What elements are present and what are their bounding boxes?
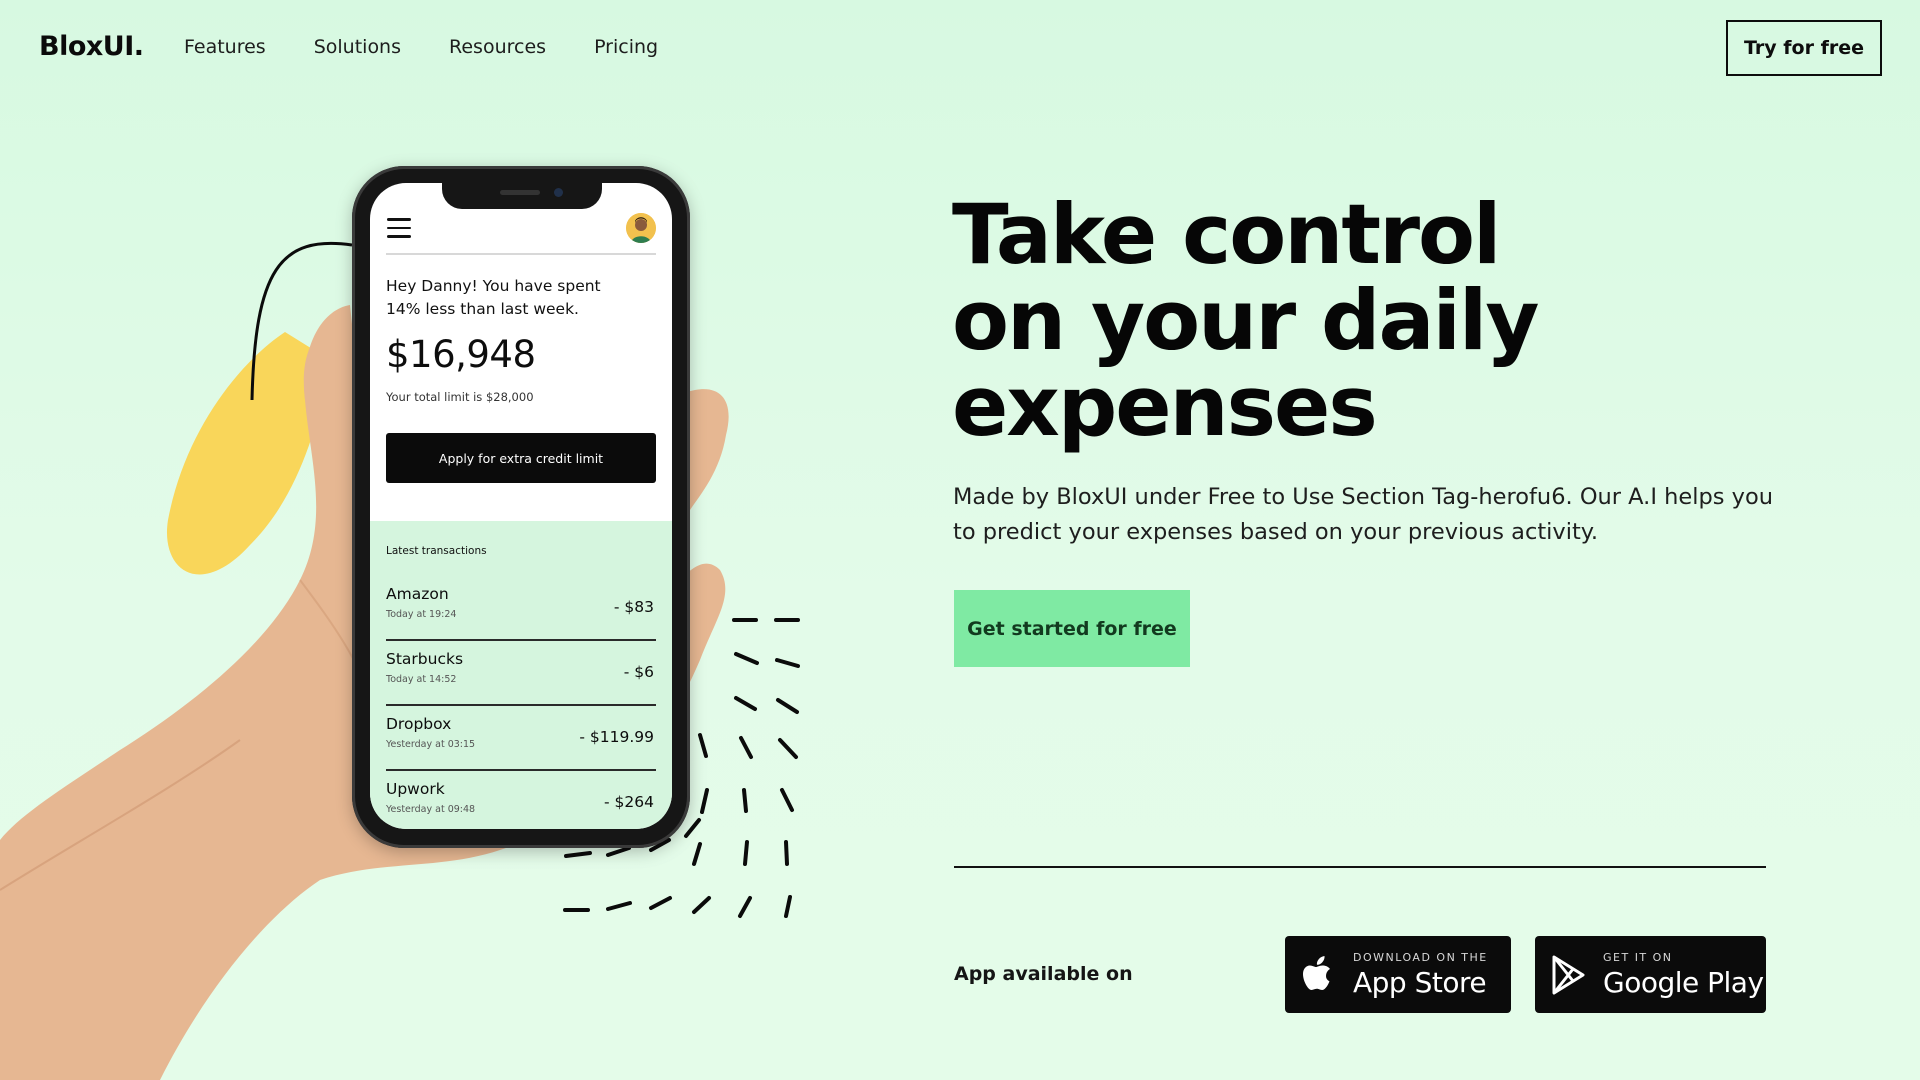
app-store-small-text: DOWNLOAD ON THE	[1353, 950, 1488, 964]
transaction-name: Starbucks	[386, 650, 464, 668]
divider	[386, 769, 656, 771]
transaction-amount: - $119.99	[579, 728, 654, 746]
hero-title-line: expenses	[952, 358, 1378, 455]
phone-notch	[442, 183, 602, 209]
transaction-row[interactable]: Amazon Today at 19:24 - $83	[386, 585, 656, 650]
hero-title-line: Take control	[952, 186, 1501, 283]
divider	[386, 639, 656, 641]
avatar-icon	[626, 213, 656, 243]
app-available-label: App available on	[954, 963, 1133, 985]
hero-subtitle: Made by BloxUI under Free to Use Section…	[953, 484, 1773, 545]
balance-amount: $16,948	[386, 333, 536, 376]
transaction-time: Yesterday at 03:15	[386, 739, 476, 750]
google-play-button[interactable]: GET IT ON Google Play	[1535, 936, 1766, 1013]
apply-credit-button[interactable]: Apply for extra credit limit	[386, 433, 656, 483]
google-play-label: Google Play	[1603, 965, 1764, 999]
hero-title-line: on your daily	[952, 272, 1539, 369]
google-play-small-text: GET IT ON	[1603, 950, 1673, 964]
transaction-time: Today at 19:24	[386, 609, 457, 620]
get-started-button[interactable]: Get started for free	[954, 590, 1190, 667]
spending-greeting: Hey Danny! You have spent 14% less than …	[386, 277, 601, 318]
transaction-row[interactable]: Starbucks Today at 14:52 - $6	[386, 650, 656, 715]
play-icon	[1552, 955, 1585, 994]
transaction-name: Dropbox	[386, 715, 452, 733]
try-for-free-button[interactable]: Try for free	[1726, 20, 1882, 76]
transaction-amount: - $83	[613, 598, 654, 616]
hero-title: Take control on your daily expenses	[952, 192, 1652, 450]
transaction-name: Amazon	[386, 585, 449, 603]
transaction-time: Today at 14:52	[386, 674, 457, 685]
transaction-time: Yesterday at 09:48	[386, 804, 476, 815]
transaction-row[interactable]: Dropbox Yesterday at 03:15 - $119.99	[386, 715, 656, 780]
transaction-name: Upwork	[386, 780, 445, 798]
logo[interactable]: BloxUI.	[39, 31, 144, 62]
top-navigation: BloxUI. Features Solutions Resources Pri…	[0, 0, 1920, 100]
limit-text: Your total limit is $28,000	[386, 390, 534, 404]
divider	[386, 704, 656, 706]
nav-link-pricing[interactable]: Pricing	[594, 36, 658, 58]
apple-icon	[1303, 955, 1330, 990]
nav-link-resources[interactable]: Resources	[449, 36, 546, 58]
app-store-button[interactable]: DOWNLOAD ON THE App Store	[1285, 936, 1511, 1013]
nav-links: Features Solutions Resources Pricing	[184, 36, 706, 58]
transaction-row[interactable]: Upwork Yesterday at 09:48 - $264	[386, 780, 656, 829]
phone-screen: Hey Danny! You have spent 14% less than …	[370, 183, 672, 829]
nav-link-solutions[interactable]: Solutions	[314, 36, 401, 58]
transaction-amount: - $264	[604, 793, 654, 811]
divider	[954, 866, 1766, 868]
hamburger-menu-icon[interactable]	[387, 218, 411, 238]
transaction-amount: - $6	[623, 663, 654, 681]
app-store-label: App Store	[1353, 965, 1487, 999]
transactions-panel: Latest transactions Amazon Today at 19:2…	[370, 521, 672, 829]
avatar[interactable]	[626, 213, 656, 243]
divider	[386, 253, 656, 255]
nav-link-features[interactable]: Features	[184, 36, 266, 58]
transactions-heading: Latest transactions	[386, 545, 487, 557]
hero-illustration: Hey Danny! You have spent 14% less than …	[0, 100, 900, 1080]
